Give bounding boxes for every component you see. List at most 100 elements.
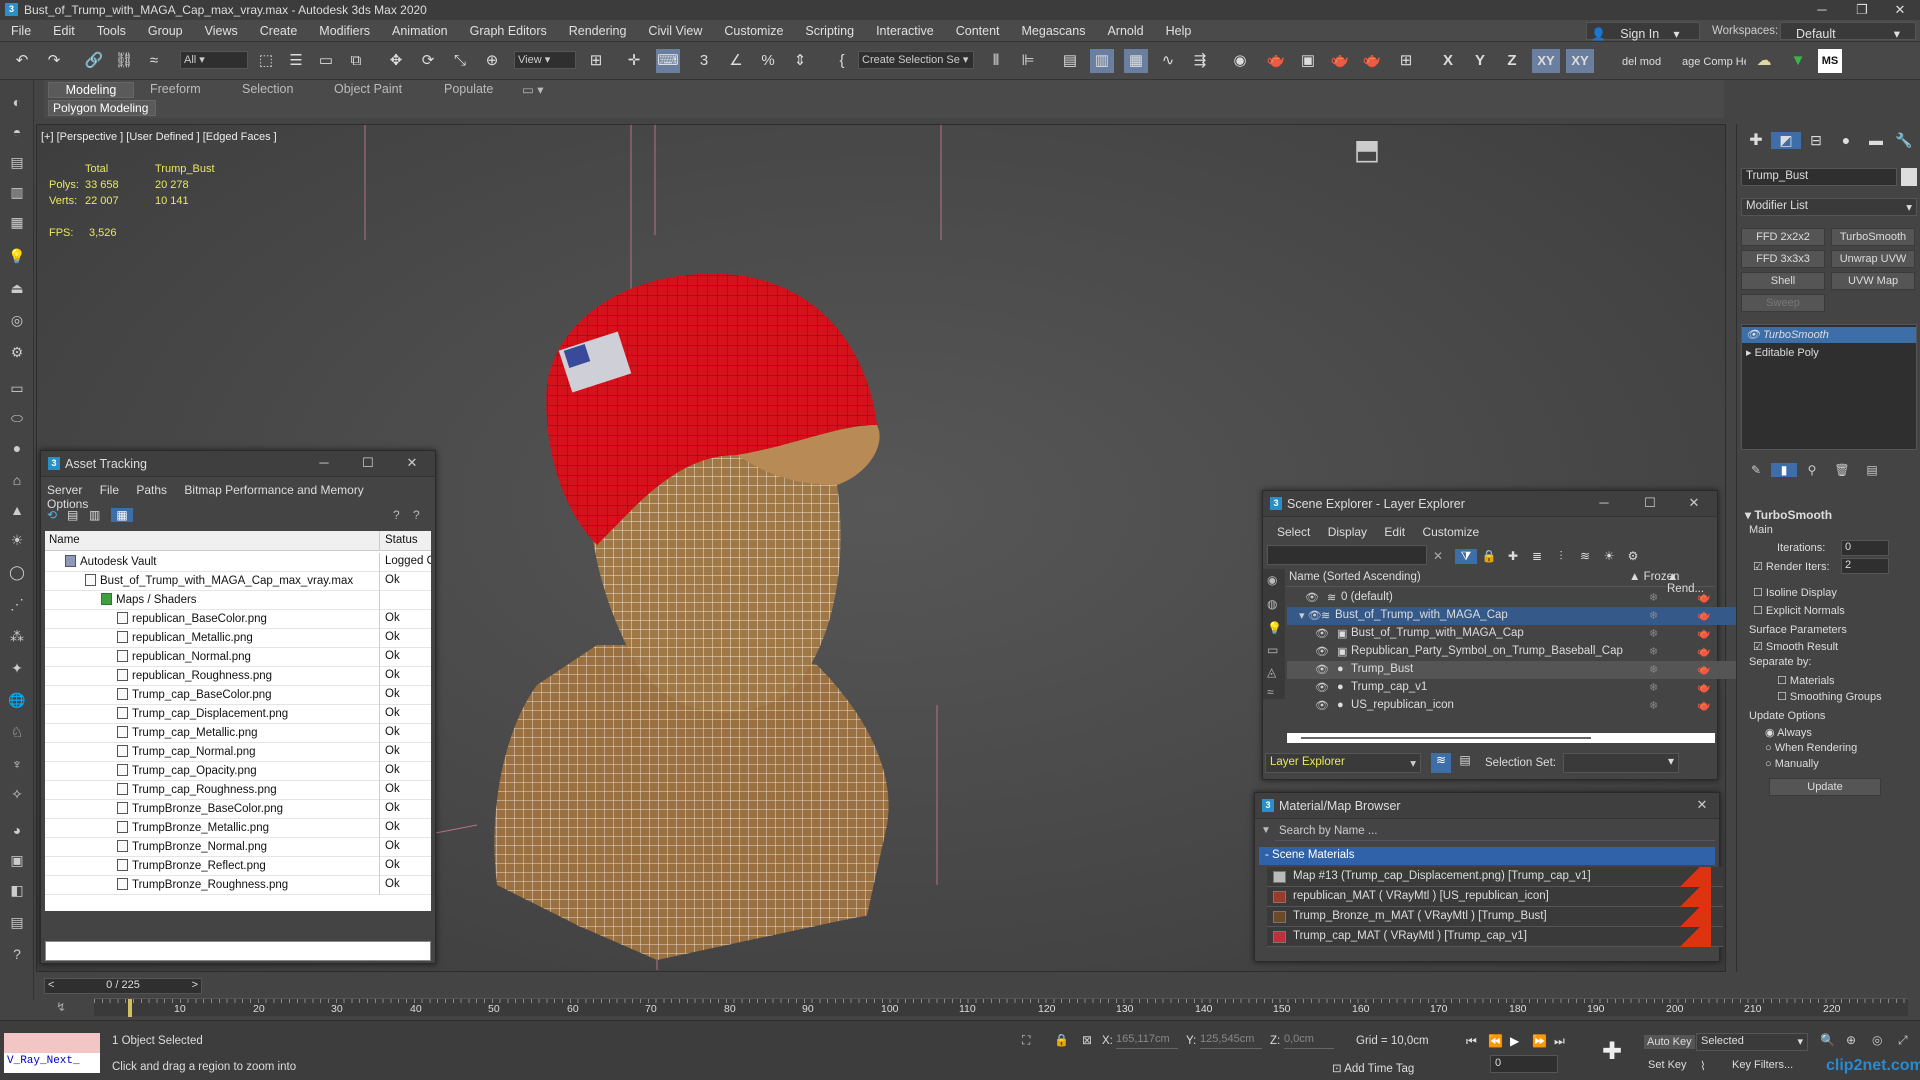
- hierarchy-tab-icon[interactable]: ⊟: [1801, 132, 1831, 149]
- table-row[interactable]: TrumpBronze_BaseColor.png Ok: [45, 800, 431, 819]
- biped-icon[interactable]: ♘: [6, 724, 28, 746]
- table-row[interactable]: republican_Normal.png Ok: [45, 648, 431, 667]
- sun-icon[interactable]: ☀: [6, 532, 28, 554]
- visibility-eye-icon[interactable]: 👁: [1315, 645, 1329, 658]
- mini-curve-icon[interactable]: ↯: [56, 1000, 66, 1014]
- renderable-icon[interactable]: 🫖: [1697, 681, 1711, 694]
- snaps-toggle-icon[interactable]: 3: [692, 49, 716, 73]
- isoline-checkbox[interactable]: ☐ Isoline Display: [1753, 586, 1837, 599]
- menu-server[interactable]: Server: [47, 483, 82, 497]
- undo-icon[interactable]: ↶: [10, 49, 34, 73]
- track-bar[interactable]: 10 20 30 40 50 60 70 80 90 100 110 120 130 140 150 160 1…: [94, 998, 1908, 1017]
- shell-button[interactable]: Shell: [1741, 272, 1825, 290]
- render-iters-checkbox[interactable]: ☑ Render Iters:: [1753, 560, 1830, 573]
- zoom-all-icon[interactable]: ⊕: [1846, 1033, 1856, 1047]
- menu-help[interactable]: Help: [1155, 20, 1203, 42]
- menu-animation[interactable]: Animation: [381, 20, 459, 42]
- visibility-eye-icon[interactable]: 👁: [1315, 663, 1329, 676]
- key-selection-dropdown[interactable]: Selected ▾: [1696, 1033, 1808, 1051]
- rendered-frame-icon[interactable]: ▣: [1296, 49, 1320, 73]
- axis-x-button[interactable]: X: [1436, 49, 1460, 73]
- cylinder-icon[interactable]: ⬭: [6, 410, 28, 432]
- render-iterative-icon[interactable]: 🫖: [1360, 49, 1384, 73]
- time-slider[interactable]: <0 / 225 >: [44, 978, 202, 994]
- previous-frame-icon[interactable]: ⏪: [1488, 1034, 1510, 1048]
- axis-y-button[interactable]: Y: [1468, 49, 1492, 73]
- minimize-icon[interactable]: ─: [1802, 2, 1842, 17]
- uvw-map-button[interactable]: UVW Map: [1831, 272, 1915, 290]
- tab-modeling[interactable]: Modeling: [48, 82, 134, 98]
- visibility-eye-icon[interactable]: 👁: [1315, 699, 1329, 712]
- torus-icon[interactable]: ◯: [6, 564, 28, 586]
- file-icon[interactable]: ▤: [6, 914, 28, 936]
- menu-paths[interactable]: Paths: [136, 483, 167, 497]
- material-browser-header[interactable]: 3 Material/Map Browser ✕: [1255, 793, 1719, 819]
- material-search-input[interactable]: Search by Name ...: [1275, 823, 1715, 841]
- menu-megascans[interactable]: Megascans: [1011, 20, 1097, 42]
- menu-file[interactable]: File: [0, 20, 42, 42]
- go-to-end-icon[interactable]: ⏭: [1554, 1034, 1576, 1049]
- visibility-eye-icon[interactable]: ▾ 👁: [1299, 609, 1322, 622]
- materials-checkbox[interactable]: ☐ Materials: [1777, 674, 1835, 687]
- percent-snap-icon[interactable]: %: [756, 49, 780, 73]
- add-time-tag-button[interactable]: ⊡ Add Time Tag: [1332, 1061, 1414, 1075]
- scene-search-input[interactable]: [1267, 545, 1427, 565]
- explicit-normals-checkbox[interactable]: ☐ Explicit Normals: [1753, 604, 1845, 617]
- freeze-icon[interactable]: ❄: [1649, 699, 1658, 712]
- always-radio[interactable]: ◉ Always: [1765, 726, 1812, 739]
- redo-icon[interactable]: ↷: [42, 49, 66, 73]
- list-item[interactable]: Trump_cap_MAT ( VRayMtl ) [Trump_cap_v1]: [1267, 927, 1723, 947]
- list-item[interactable]: Trump_Bronze_m_MAT ( VRayMtl ) [Trump_Bu…: [1267, 907, 1723, 927]
- freeze-icon[interactable]: ❄: [1649, 663, 1658, 676]
- sort-icon[interactable]: ▤: [1455, 753, 1475, 773]
- menu-select[interactable]: Select: [1277, 525, 1310, 539]
- table-row[interactable]: TrumpBronze_Roughness.png Ok: [45, 876, 431, 895]
- selection-set-dropdown[interactable]: ▾: [1563, 753, 1679, 773]
- ribbon-options-icon[interactable]: ▭ ▾: [522, 82, 544, 97]
- menu-group[interactable]: Group: [137, 20, 194, 42]
- del-mod-label[interactable]: del mod: [1622, 56, 1661, 68]
- freeze-icon[interactable]: ❄: [1649, 681, 1658, 694]
- rollout-title[interactable]: ▾ TurboSmooth: [1745, 508, 1832, 522]
- place-icon[interactable]: ⊕: [480, 49, 504, 73]
- menu-content[interactable]: Content: [945, 20, 1011, 42]
- col-name[interactable]: Name: [49, 534, 80, 546]
- curve-editor-icon[interactable]: ∿: [1156, 49, 1180, 73]
- scene-explorer-header[interactable]: 3 Scene Explorer - Layer Explorer ─ ☐ ✕: [1263, 491, 1717, 517]
- asset-path-field[interactable]: [45, 941, 431, 961]
- menu-civil-view[interactable]: Civil View: [637, 20, 713, 42]
- table-icon[interactable]: ▦: [111, 508, 133, 522]
- helper-icon[interactable]: ◎: [6, 312, 28, 334]
- align-icon[interactable]: ⊫: [1016, 49, 1040, 73]
- render-sphere-icon[interactable]: ◕: [6, 822, 28, 844]
- reference-coord-dropdown[interactable]: View ▾: [514, 51, 576, 69]
- stack-item-editable-poly[interactable]: ▸ Editable Poly: [1742, 345, 1916, 361]
- list-item[interactable]: republican_MAT ( VRayMtl ) [US_republica…: [1267, 887, 1723, 907]
- list-item[interactable]: 👁 ● US_republican_icon ❄ 🫖: [1287, 697, 1737, 715]
- cloud-icon[interactable]: ☁: [1752, 49, 1776, 73]
- menu-views[interactable]: Views: [194, 20, 249, 42]
- pin-stack-icon[interactable]: ✎: [1741, 463, 1771, 477]
- globe-icon[interactable]: 🌐: [6, 692, 28, 714]
- cloth-icon[interactable]: ✧: [6, 786, 28, 808]
- shape-icon[interactable]: ⚙: [6, 344, 28, 366]
- menu-tools[interactable]: Tools: [86, 20, 137, 42]
- list-item[interactable]: 👁 ● Trump_cap_v1 ❄ 🫖: [1287, 679, 1737, 697]
- comp-helper-label[interactable]: age Comp Hel: [1682, 56, 1746, 68]
- camera-icon[interactable]: ⏏: [6, 280, 28, 302]
- col-status[interactable]: Status: [385, 534, 418, 546]
- absolute-mode-icon[interactable]: ⊠: [1082, 1033, 1092, 1047]
- ms-button[interactable]: MS: [1818, 49, 1842, 73]
- table-row[interactable]: Autodesk Vault Logged O: [45, 553, 431, 572]
- turbosmooth-button[interactable]: TurboSmooth: [1831, 228, 1915, 246]
- layers-stack-icon[interactable]: ≋: [1573, 549, 1597, 563]
- visibility-eye-icon[interactable]: 👁: [1315, 681, 1329, 694]
- selection-lock-icon[interactable]: 🔒: [1054, 1033, 1069, 1047]
- zoom-icon[interactable]: 🔍: [1820, 1033, 1835, 1047]
- freeze-icon[interactable]: ❄: [1649, 627, 1658, 640]
- key-filters-button[interactable]: Key Filters...: [1732, 1059, 1793, 1071]
- list-icon[interactable]: ▤: [67, 508, 89, 522]
- update-button[interactable]: Update: [1769, 778, 1881, 796]
- sign-in-dropdown[interactable]: 👤 Sign In ▾: [1586, 22, 1700, 41]
- object-name-input[interactable]: Trump_Bust: [1741, 168, 1897, 186]
